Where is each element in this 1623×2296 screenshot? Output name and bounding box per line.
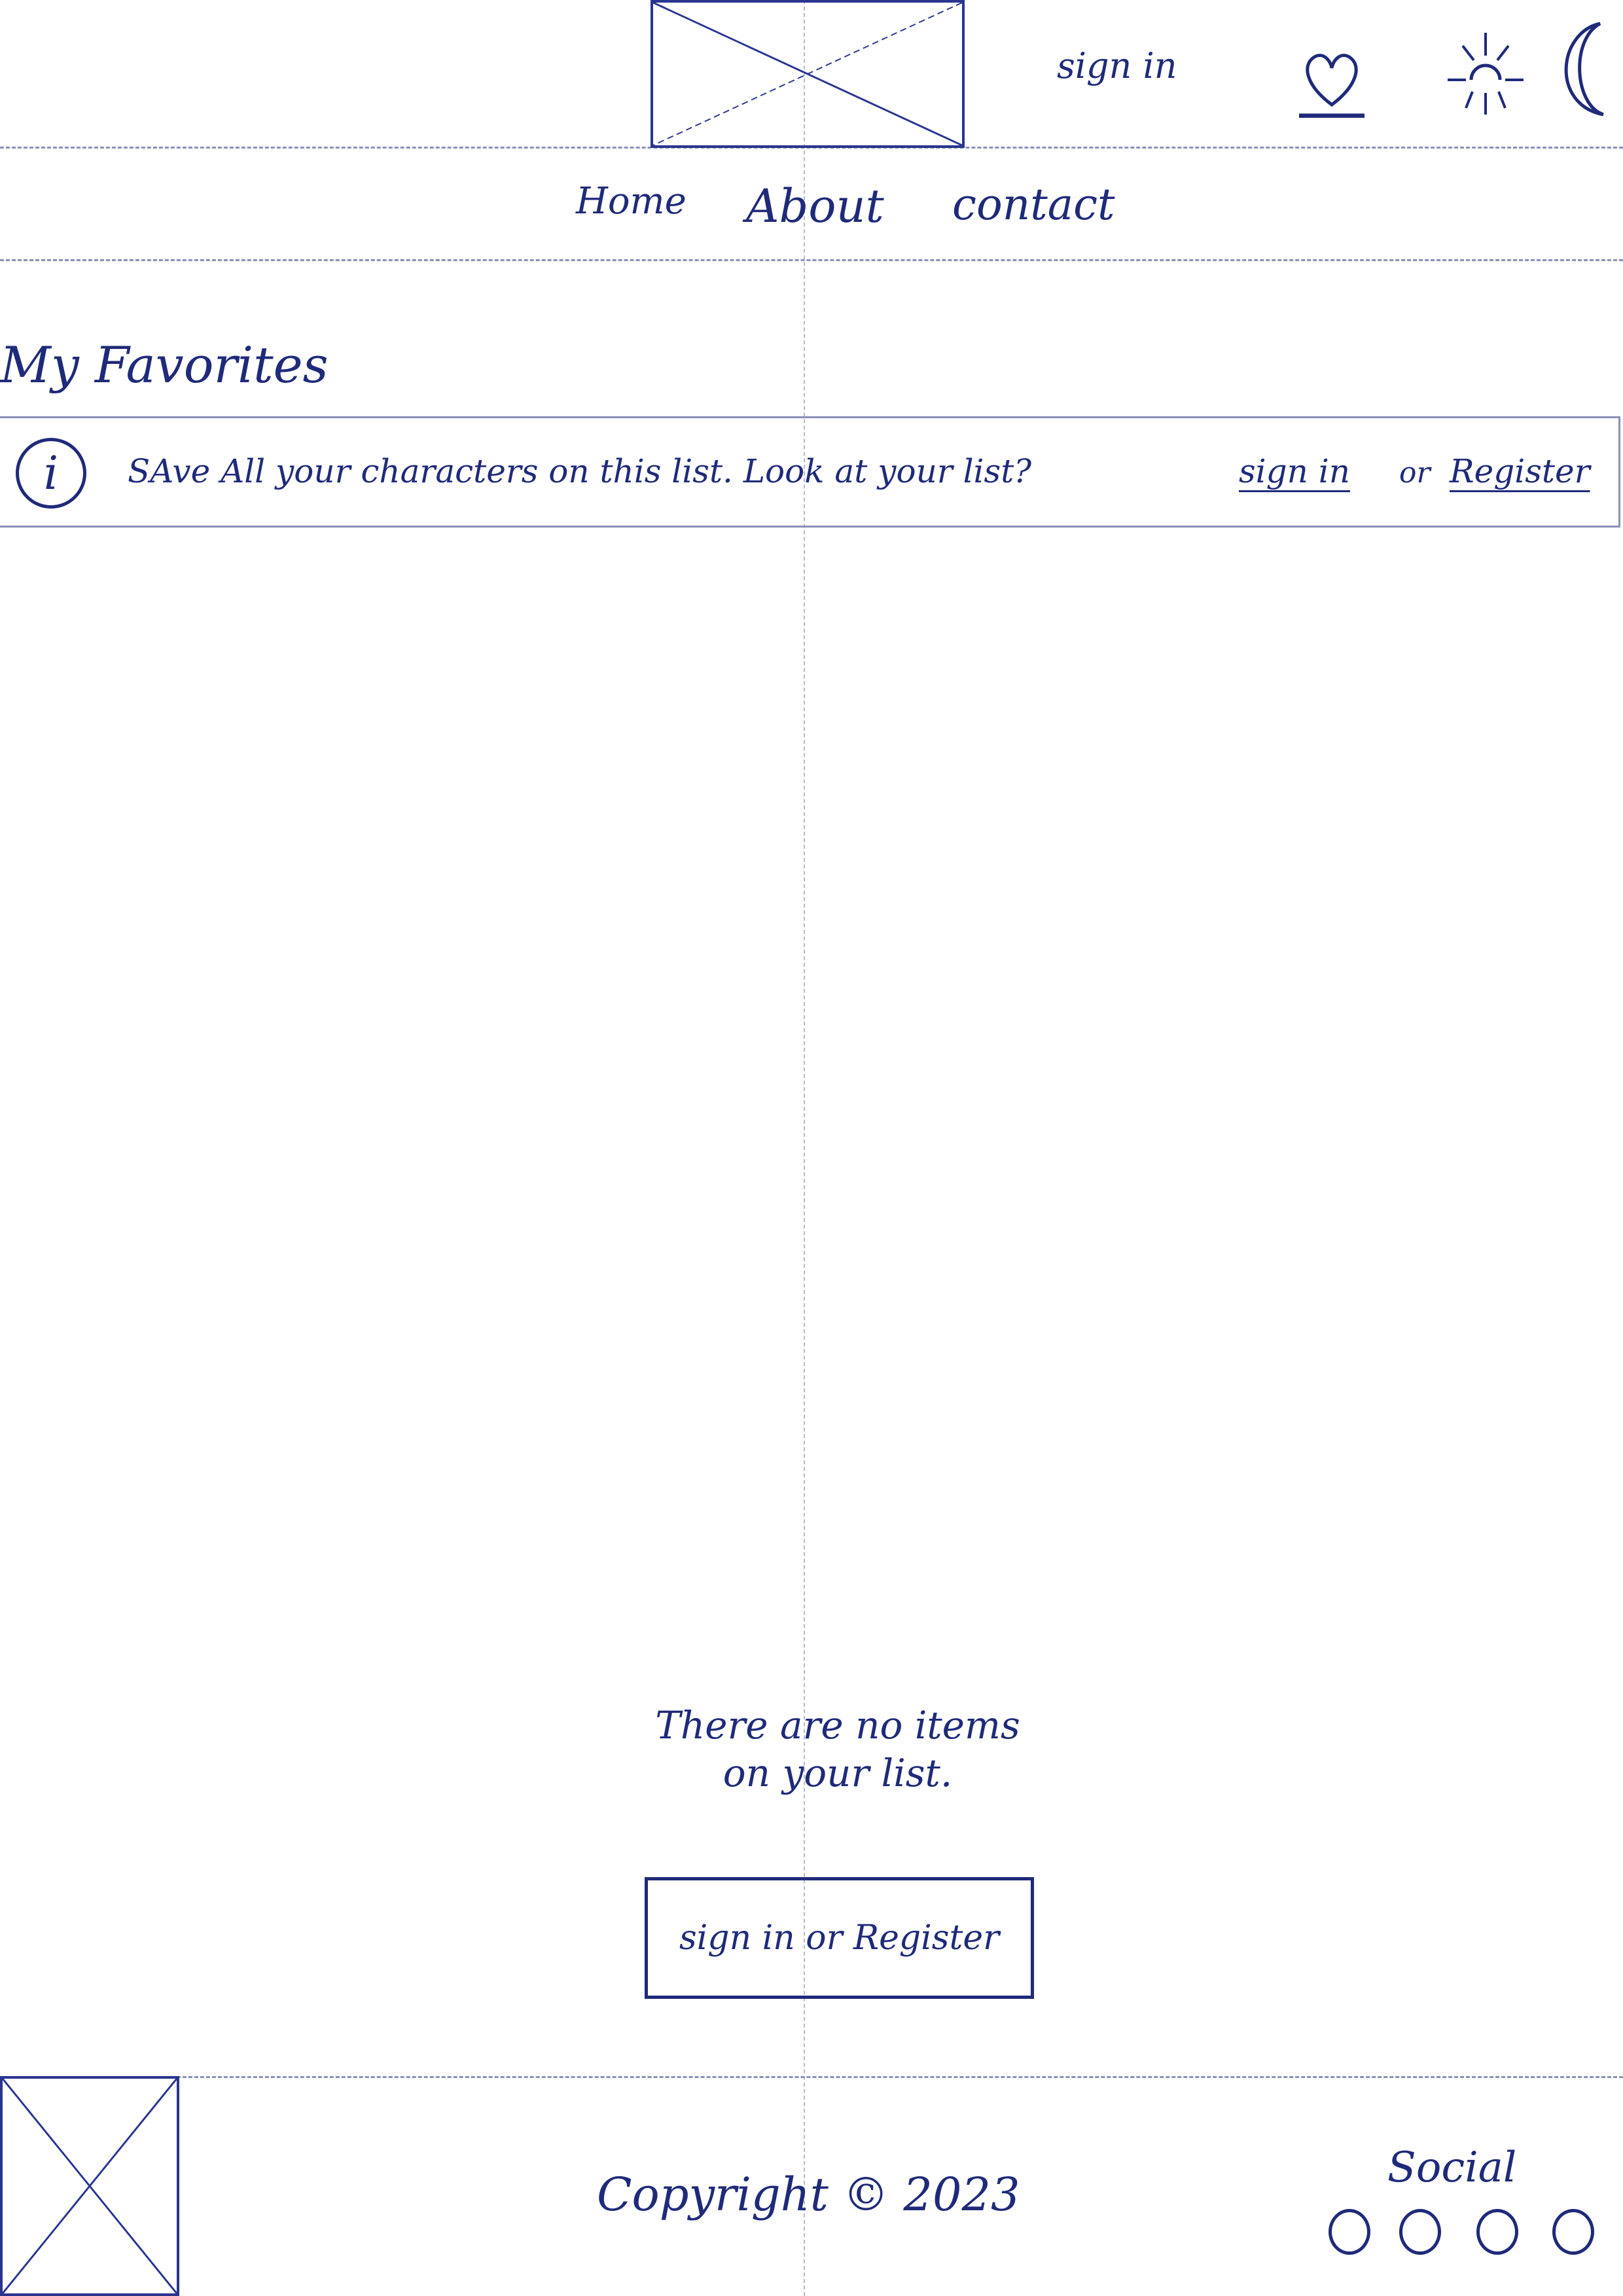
sign-in-or-register-button-label: sign in or Register xyxy=(679,1918,1000,1958)
social-label: Social xyxy=(1387,2144,1517,2192)
moon-icon[interactable] xyxy=(1538,20,1610,118)
footer-divider xyxy=(0,2076,1623,2078)
nav-item-contact[interactable]: contact xyxy=(952,183,1115,226)
notice-message: SAve All your characters on this list. L… xyxy=(128,452,1032,490)
header-sign-in-link[interactable]: sign in xyxy=(1057,48,1177,84)
nav-divider xyxy=(0,259,1623,261)
copyright-text: Copyright © 2023 xyxy=(597,2168,1020,2221)
sign-in-or-register-button[interactable]: sign in or Register xyxy=(645,1877,1034,1999)
empty-state-line-1: There are no items xyxy=(655,1703,1020,1748)
info-icon-glyph: i xyxy=(43,446,59,500)
notice-register-link[interactable]: Register xyxy=(1450,455,1590,488)
heart-icon[interactable] xyxy=(1299,46,1364,120)
notice-or-text: or xyxy=(1399,456,1431,490)
social-icon-1[interactable] xyxy=(1329,2209,1370,2255)
footer-logo-placeholder-icon[interactable] xyxy=(0,2076,179,2296)
sun-icon[interactable] xyxy=(1446,26,1525,118)
nav-item-about[interactable]: About xyxy=(746,183,884,229)
social-icon-2[interactable] xyxy=(1399,2209,1441,2255)
social-icon-3[interactable] xyxy=(1476,2209,1518,2255)
notice-sign-in-link[interactable]: sign in xyxy=(1239,455,1350,488)
page-title: My Favorites xyxy=(0,336,329,394)
nav-item-home[interactable]: Home xyxy=(576,183,687,220)
social-icon-4[interactable] xyxy=(1552,2209,1594,2255)
empty-state-line-2: on your list. xyxy=(722,1750,953,1795)
empty-state-message: There are no items on your list. xyxy=(445,1702,1230,1797)
info-icon: i xyxy=(16,438,86,509)
logo-placeholder-icon[interactable] xyxy=(651,0,965,148)
info-notice-bar: i SAve All your characters on this list.… xyxy=(0,416,1620,528)
social-icons xyxy=(1322,2209,1610,2261)
